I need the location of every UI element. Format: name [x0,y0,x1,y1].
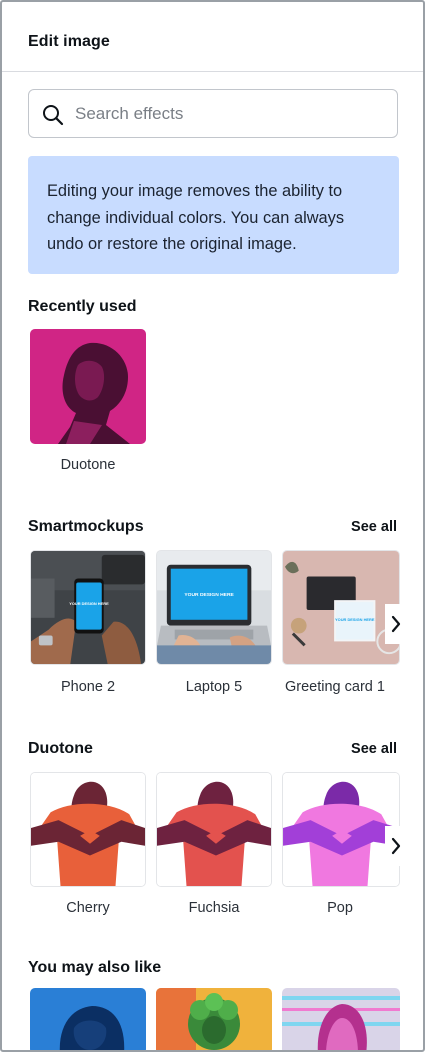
phone-mockup-image: YOUR DESIGN HERE [31,551,145,664]
smartmockups-title: Smartmockups [28,518,144,535]
search-box[interactable] [28,89,398,138]
search-input[interactable] [75,99,385,129]
cherry-duotone-image [31,773,145,886]
duotone-fuchsia-label: Fuchsia [188,900,240,916]
recent-duotone-label: Duotone [60,457,116,473]
suggestion-thumbnail-1[interactable] [30,988,146,1050]
mockup-greeting-card-label: Greeting card 1 [285,679,385,695]
pop-duotone-image [283,773,399,886]
suggestion-image-glitch-portrait [282,988,400,1050]
suggestion-thumbnail-2[interactable] [156,988,272,1050]
recently-used-title: Recently used [28,298,137,315]
duotone-pop-thumbnail[interactable] [282,772,400,887]
you-may-also-like-title: You may also like [28,959,162,976]
panel-header: Edit image [2,2,423,72]
laptop-mockup-image: YOUR DESIGN HERE [157,551,271,664]
suggestion-image-green-curls [156,988,272,1050]
duotone-cherry-thumbnail[interactable] [30,772,146,887]
mockup-phone-label: Phone 2 [60,679,116,695]
info-banner: Editing your image removes the ability t… [28,156,399,274]
mockup-greeting-card-thumbnail[interactable]: YOUR DESIGN HERE [282,550,400,665]
recent-duotone-thumbnail[interactable] [30,329,146,444]
fuchsia-duotone-image [157,773,271,886]
chevron-right-icon [391,615,401,633]
duotone-next-button[interactable] [385,826,407,866]
laptop-screen-text: YOUR DESIGN HERE [184,592,234,598]
duotone-portrait-image [30,329,146,444]
mockup-phone-thumbnail[interactable]: YOUR DESIGN HERE [30,550,146,665]
card-screen-text: YOUR DESIGN HERE [335,617,375,622]
mockup-laptop-thumbnail[interactable]: YOUR DESIGN HERE [156,550,272,665]
smartmockups-next-button[interactable] [385,604,407,644]
chevron-right-icon [391,837,401,855]
smartmockups-see-all-link[interactable]: See all [351,519,397,535]
duotone-see-all-link[interactable]: See all [351,741,397,757]
duotone-cherry-label: Cherry [66,900,110,916]
search-icon [43,105,64,126]
duotone-fuchsia-thumbnail[interactable] [156,772,272,887]
panel-title: Edit image [28,33,110,50]
duotone-pop-label: Pop [327,900,353,916]
greeting-card-mockup-image: YOUR DESIGN HERE [283,551,399,664]
edit-image-panel: Edit image Editing your image removes th… [0,0,425,1052]
suggestion-image-blue-portrait [30,988,146,1050]
phone-screen-text: YOUR DESIGN HERE [69,601,109,606]
duotone-title: Duotone [28,740,93,757]
mockup-laptop-label: Laptop 5 [185,679,243,695]
suggestion-thumbnail-3[interactable] [282,988,400,1050]
